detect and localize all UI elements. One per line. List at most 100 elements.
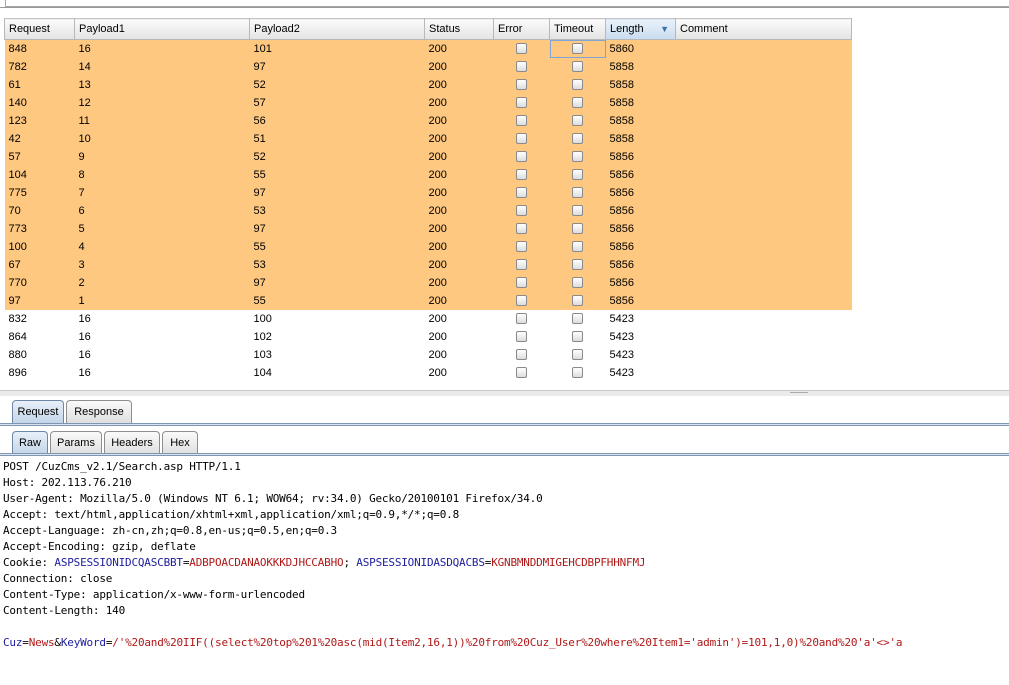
length-cell: 5856 <box>605 201 676 220</box>
table-row[interactable]: 70 6 53 200 5856 <box>4 201 852 220</box>
column-header-payload2[interactable]: Payload2 <box>249 18 425 40</box>
error-checkbox[interactable] <box>516 259 527 271</box>
timeout-checkbox[interactable] <box>572 313 583 325</box>
timeout-checkbox[interactable] <box>572 331 583 343</box>
column-header-error[interactable]: Error <box>493 18 550 40</box>
table-row[interactable]: 832 16 100 200 5423 <box>5 310 852 328</box>
table-row[interactable]: 773 5 97 200 5856 <box>4 219 852 238</box>
table-row[interactable]: 97 1 55 200 5856 <box>4 291 852 310</box>
request-body: Cuz=News&KeyWord=/'%20and%20IIF((select%… <box>3 635 902 651</box>
table-row[interactable]: 770 2 97 200 5856 <box>4 273 852 292</box>
column-header-payload1[interactable]: Payload1 <box>74 18 250 40</box>
error-checkbox[interactable] <box>516 241 527 253</box>
raw-request-editor[interactable]: POST /CuzCms_v2.1/Search.asp HTTP/1.1 Ho… <box>0 459 1009 685</box>
error-checkbox[interactable] <box>516 331 527 343</box>
comment-cell <box>676 346 852 364</box>
timeout-checkbox[interactable] <box>572 79 583 91</box>
status-cell: 200 <box>424 129 494 148</box>
table-row[interactable]: 57 9 52 200 5856 <box>4 147 852 166</box>
column-header-status[interactable]: Status <box>424 18 494 40</box>
table-row[interactable]: 67 3 53 200 5856 <box>4 255 852 274</box>
length-cell: 5858 <box>605 129 676 148</box>
divider-grip-icon[interactable] <box>790 392 808 395</box>
cookie2-value: KGNBMNDDMIGEHCDBPFHHNFMJ <box>491 556 646 569</box>
timeout-checkbox[interactable] <box>572 367 583 379</box>
cookie1-value: ADBPOACDANAOKKKDJHCCABHO <box>189 556 344 569</box>
payload2-cell: 51 <box>249 129 425 148</box>
table-row-partial[interactable] <box>5 382 852 391</box>
request-cell: 782 <box>4 57 75 76</box>
column-header-comment[interactable]: Comment <box>675 18 852 40</box>
table-row[interactable]: 896 16 104 200 5423 <box>5 364 852 382</box>
error-checkbox[interactable] <box>516 223 527 235</box>
column-header-length[interactable]: Length ▼ <box>605 18 676 40</box>
tab-headers[interactable]: Headers <box>104 431 160 455</box>
tab-response[interactable]: Response <box>66 400 132 424</box>
cookie-header: Cookie: ASPSESSIONIDCQASCBBT=ADBPOACDANA… <box>3 555 646 571</box>
error-checkbox[interactable] <box>516 151 527 163</box>
timeout-checkbox[interactable] <box>572 115 583 127</box>
error-checkbox[interactable] <box>516 349 527 361</box>
timeout-checkbox[interactable] <box>572 133 583 145</box>
filter-box[interactable] <box>5 0 1009 7</box>
timeout-checkbox[interactable] <box>572 277 583 289</box>
status-cell: 200 <box>424 291 494 310</box>
split-pane-divider[interactable] <box>0 390 1009 396</box>
tab-raw[interactable]: Raw <box>12 431 48 455</box>
timeout-checkbox[interactable] <box>572 97 583 109</box>
table-row[interactable]: 42 10 51 200 5858 <box>4 129 852 148</box>
error-checkbox[interactable] <box>516 61 527 73</box>
error-checkbox[interactable] <box>516 97 527 109</box>
error-checkbox[interactable] <box>516 43 527 55</box>
request-cell: 140 <box>4 93 75 112</box>
error-checkbox[interactable] <box>516 295 527 307</box>
error-checkbox[interactable] <box>516 313 527 325</box>
table-row[interactable]: 100 4 55 200 5856 <box>4 237 852 256</box>
tab-params[interactable]: Params <box>50 431 102 455</box>
column-header-timeout[interactable]: Timeout <box>549 18 606 40</box>
error-checkbox[interactable] <box>516 79 527 91</box>
timeout-checkbox[interactable] <box>572 223 583 235</box>
error-cell <box>494 310 550 328</box>
timeout-checkbox[interactable] <box>572 187 583 199</box>
table-row[interactable]: 123 11 56 200 5858 <box>4 111 852 130</box>
table-row[interactable]: 61 13 52 200 5858 <box>4 75 852 94</box>
table-row[interactable]: 104 8 55 200 5856 <box>4 165 852 184</box>
request-line: POST /CuzCms_v2.1/Search.asp HTTP/1.1 <box>3 460 241 473</box>
timeout-checkbox[interactable] <box>572 349 583 361</box>
table-row[interactable]: 848 16 101 200 5860 <box>4 39 852 58</box>
payload1-cell: 16 <box>78 330 91 343</box>
error-checkbox[interactable] <box>516 367 527 379</box>
table-row[interactable]: 782 14 97 200 5858 <box>4 57 852 76</box>
error-checkbox[interactable] <box>516 277 527 289</box>
timeout-checkbox[interactable] <box>572 259 583 271</box>
length-cell: 5856 <box>605 147 676 166</box>
length-cell: 5856 <box>605 183 676 202</box>
tab-request[interactable]: Request <box>12 400 64 424</box>
timeout-checkbox[interactable] <box>572 205 583 217</box>
table-row[interactable]: 880 16 103 200 5423 <box>5 346 852 364</box>
timeout-checkbox[interactable] <box>572 241 583 253</box>
timeout-cell <box>549 201 606 220</box>
timeout-checkbox[interactable] <box>572 169 583 181</box>
status-cell: 200 <box>424 219 494 238</box>
request-cell: 896 <box>8 366 27 379</box>
error-checkbox[interactable] <box>516 115 527 127</box>
status-cell: 200 <box>428 330 447 343</box>
length-cell: 5423 <box>609 366 634 379</box>
error-checkbox[interactable] <box>516 205 527 217</box>
results-table-panel[interactable]: Request Payload1 Payload2 Status Error T… <box>4 18 1009 390</box>
timeout-checkbox[interactable] <box>572 151 583 163</box>
column-header-request[interactable]: Request <box>4 18 75 40</box>
table-row[interactable]: 864 16 102 200 5423 <box>5 328 852 346</box>
tab-hex[interactable]: Hex <box>162 431 198 455</box>
payload1-cell: 7 <box>74 183 250 202</box>
error-checkbox[interactable] <box>516 187 527 199</box>
error-checkbox[interactable] <box>516 169 527 181</box>
timeout-checkbox[interactable] <box>572 43 583 55</box>
table-row[interactable]: 140 12 57 200 5858 <box>4 93 852 112</box>
error-checkbox[interactable] <box>516 133 527 145</box>
timeout-checkbox[interactable] <box>572 295 583 307</box>
table-row[interactable]: 775 7 97 200 5856 <box>4 183 852 202</box>
timeout-checkbox[interactable] <box>572 61 583 73</box>
